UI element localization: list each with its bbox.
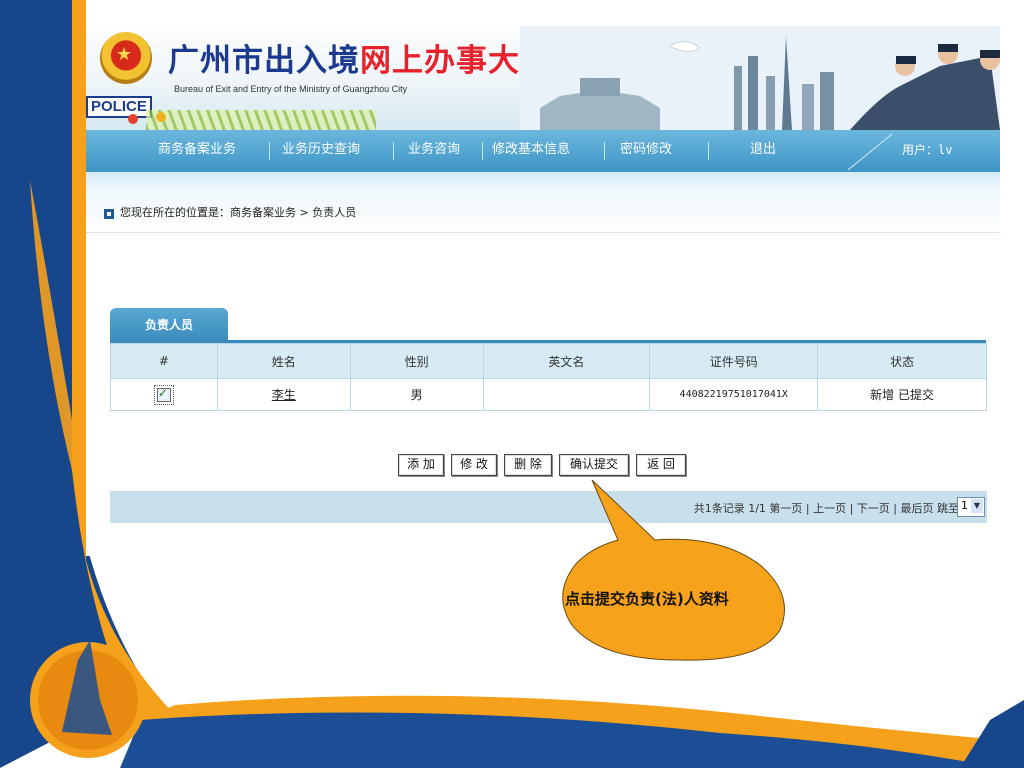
site-title-part1: 广州市出入境 bbox=[168, 43, 360, 79]
nav-sub-bar bbox=[86, 172, 1000, 190]
police-badge: POLICE bbox=[86, 96, 152, 118]
square-bullet-icon bbox=[104, 209, 114, 219]
user-label: 用户： bbox=[902, 143, 939, 157]
main-nav: 商务备案业务 业务历史查询 业务咨询 修改基本信息 密码修改 退出 用户：lv bbox=[86, 130, 1000, 172]
english-name-cell bbox=[482, 378, 651, 411]
add-button[interactable]: 添 加 bbox=[398, 454, 444, 476]
column-header: 性别 bbox=[349, 343, 484, 379]
nav-separator bbox=[269, 142, 270, 160]
nav-separator bbox=[708, 142, 709, 160]
table-header-row: # 姓名 性别 英文名 证件号码 状态 bbox=[110, 343, 987, 379]
nav-item-consultation[interactable]: 业务咨询 bbox=[408, 130, 460, 172]
status-cell: 新增 已提交 bbox=[817, 378, 987, 411]
id-number-cell: 44082219751017041X bbox=[649, 378, 819, 411]
column-header: 证件号码 bbox=[649, 343, 819, 379]
back-button[interactable]: 返 回 bbox=[636, 454, 686, 476]
nav-item-edit-info[interactable]: 修改基本信息 bbox=[492, 130, 570, 172]
site-banner: ★ POLICE 广州市出入境网上办事大厅 Bureau of Exit and… bbox=[86, 26, 1000, 130]
edit-button[interactable]: 修 改 bbox=[451, 454, 497, 476]
nav-separator bbox=[393, 142, 394, 160]
nav-separator bbox=[604, 142, 605, 160]
nav-item-history-query[interactable]: 业务历史查询 bbox=[282, 130, 360, 172]
tab-responsible-persons[interactable]: 负责人员 bbox=[110, 308, 228, 342]
star-icon: ★ bbox=[116, 44, 133, 65]
nav-separator bbox=[482, 142, 483, 160]
row-select-cell bbox=[110, 378, 218, 411]
nav-item-change-password[interactable]: 密码修改 bbox=[620, 130, 672, 172]
nav-item-logout[interactable]: 退出 bbox=[750, 130, 776, 172]
callout-text: 点击提交负责(法)人资料 bbox=[565, 590, 729, 608]
site-title: 广州市出入境网上办事大厅 bbox=[168, 42, 552, 80]
breadcrumb-bar: 您现在所在的位置是：商务备案业务 > 负责人员 bbox=[86, 190, 1000, 233]
page-jump-select[interactable]: 1 ▼ bbox=[957, 497, 985, 517]
column-header: 状态 bbox=[817, 343, 987, 379]
city-skyline-illustration bbox=[520, 26, 1000, 130]
gender-cell: 男 bbox=[349, 378, 484, 411]
nav-item-business-filing[interactable]: 商务备案业务 bbox=[158, 130, 236, 172]
pagination-bar: 共1条记录 1/1 第一页 | 上一页 | 下一页 | 最后页 跳至 1 ▼ bbox=[110, 491, 987, 523]
confirm-submit-button[interactable]: 确认提交 bbox=[559, 454, 629, 476]
browser-screenshot: ★ POLICE 广州市出入境网上办事大厅 Bureau of Exit and… bbox=[86, 26, 1000, 556]
persons-table: # 姓名 性别 英文名 证件号码 状态 李生 男 440822197510170… bbox=[110, 343, 987, 411]
site-subtitle: Bureau of Exit and Entry of the Ministry… bbox=[174, 84, 408, 94]
person-name-link[interactable]: 李生 bbox=[272, 388, 296, 402]
flower-decoration bbox=[128, 114, 138, 124]
flower-decoration bbox=[156, 112, 166, 122]
breadcrumb: 您现在所在的位置是：商务备案业务 > 负责人员 bbox=[120, 206, 357, 219]
table-row: 李生 男 44082219751017041X 新增 已提交 bbox=[110, 378, 987, 411]
chevron-down-icon: ▼ bbox=[971, 499, 983, 513]
grass-decoration bbox=[146, 110, 376, 130]
nav-divider-slash bbox=[847, 133, 893, 171]
column-header: 英文名 bbox=[482, 343, 651, 379]
column-header: 姓名 bbox=[216, 343, 351, 379]
user-name: lv bbox=[938, 143, 953, 157]
column-header: # bbox=[110, 343, 218, 379]
page-jump-value: 1 bbox=[961, 499, 968, 512]
pagination-text: 共1条记录 1/1 第一页 | 上一页 | 下一页 | 最后页 跳至 bbox=[693, 502, 959, 515]
row-checkbox[interactable] bbox=[153, 385, 174, 405]
delete-button[interactable]: 删 除 bbox=[504, 454, 552, 476]
nav-user: 用户：lv bbox=[902, 130, 952, 170]
name-cell: 李生 bbox=[216, 378, 351, 411]
